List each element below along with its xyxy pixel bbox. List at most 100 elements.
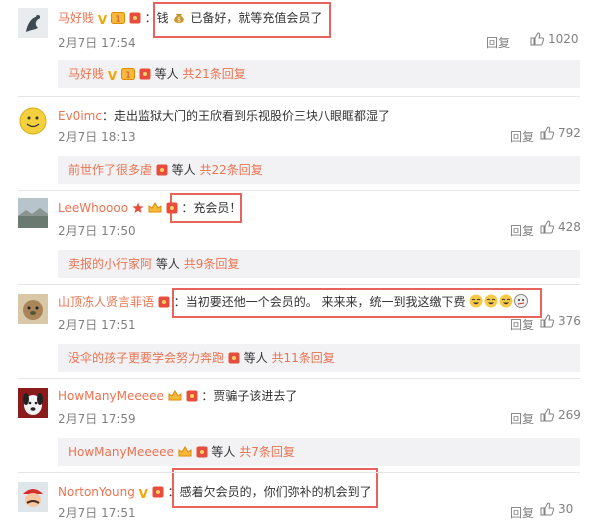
sub-reply-summary[interactable]: HowManyMeeeee 等人 共7条回复 (58, 438, 580, 466)
divider (18, 284, 580, 285)
thumbs-up-icon (530, 32, 544, 46)
sub-reply-more-link[interactable]: 共7条回复 (239, 445, 295, 459)
svg-text:1: 1 (125, 71, 130, 80)
comment-time: 2月7日 18:13 (58, 130, 136, 144)
comment-time: 2月7日 17:54 (58, 36, 136, 50)
like-count: 428 (558, 220, 581, 234)
comment-line: HowManyMeeeee ：贾骗子该进去了 (58, 388, 297, 406)
sub-reply-more-link[interactable]: 共9条回复 (184, 257, 240, 271)
like-count: 376 (558, 314, 581, 328)
like-count: 269 (558, 408, 581, 422)
reply-button[interactable]: 回复 (486, 34, 510, 51)
sub-reply-mid: 等人 (211, 445, 236, 459)
sub-reply-summary[interactable]: 马好贱 V 1 等人 共21条回复 (58, 60, 580, 88)
comment-time: 2月7日 17:50 (58, 224, 136, 238)
avatar[interactable] (18, 8, 48, 38)
svg-text:$: $ (178, 17, 182, 24)
divider (18, 378, 580, 379)
comment-text: 充会员！ (193, 201, 242, 215)
reply-button[interactable]: 回复 (510, 128, 534, 145)
username-link[interactable]: 山顶冻人贤言菲语 (58, 295, 154, 309)
avatar[interactable] (18, 294, 48, 324)
red-envelope-icon (129, 12, 141, 28)
sticker-emoji-icon (514, 294, 529, 312)
like-button[interactable]: 428 (540, 220, 581, 234)
sub-reply-mid: 等人 (155, 257, 180, 271)
reply-button[interactable]: 回复 (510, 410, 534, 427)
crown-badge-icon (178, 440, 192, 468)
money-bag-icon: $ (172, 10, 186, 28)
comment-line: Ev0imc：走出监狱大门的王欣看到乐视股价三块八眼眶都湿了 (58, 109, 390, 123)
laughing-emoji-icon (484, 294, 499, 312)
like-button[interactable]: 1020 (530, 32, 579, 46)
vip-badge-icon: 1 (120, 62, 135, 90)
svg-text:1: 1 (115, 15, 120, 24)
laughing-emoji-icon (469, 294, 484, 312)
thumbs-up-icon (540, 126, 554, 140)
sub-reply-more-link[interactable]: 共11条回复 (272, 351, 335, 365)
avatar[interactable] (18, 198, 48, 228)
red-envelope-icon (156, 158, 168, 186)
username-link[interactable]: Ev0imc (58, 109, 102, 123)
reply-button[interactable]: 回复 (510, 316, 534, 333)
red-envelope-icon (158, 296, 170, 312)
like-count: 792 (558, 126, 581, 140)
thumbs-up-icon (540, 502, 554, 516)
username-link[interactable]: NortonYoung (58, 485, 135, 499)
verified-v-icon: V (138, 487, 148, 501)
divider (18, 96, 580, 97)
comment-line: LeeWhoooo ：充会员！ (58, 200, 241, 218)
sub-reply-user[interactable]: 马好贱 (68, 67, 104, 81)
red-envelope-icon (196, 440, 208, 468)
like-button[interactable]: 376 (540, 314, 581, 328)
avatar[interactable] (18, 482, 48, 512)
comment-text: 已备好，就等充值会员了 (190, 11, 323, 25)
red-envelope-icon (166, 202, 178, 218)
username-link[interactable]: 马好贱 (58, 11, 94, 25)
red-envelope-icon (228, 346, 240, 374)
sub-reply-summary[interactable]: 前世作了很多虐 等人 共22条回复 (58, 156, 580, 184)
like-button[interactable]: 30 (540, 502, 573, 516)
thumbs-up-icon (540, 314, 554, 328)
username-link[interactable]: LeeWhoooo (58, 201, 128, 215)
comment-time: 2月7日 17:51 (58, 318, 136, 332)
like-count: 30 (558, 502, 574, 516)
red-envelope-icon (186, 390, 198, 406)
sub-reply-more-link[interactable]: 共22条回复 (200, 163, 263, 177)
sub-reply-user[interactable]: 没伞的孩子更要学会努力奔跑 (68, 351, 224, 365)
comment-text: 感着欠会员的，你们弥补的机会到了 (179, 485, 372, 499)
sub-reply-user[interactable]: 前世作了很多虐 (68, 163, 152, 177)
sub-reply-more-link[interactable]: 共21条回复 (182, 67, 245, 81)
comment-text: 走出监狱大门的王欣看到乐视股价三块八眼眶都湿了 (113, 109, 390, 123)
comment-line: NortonYoung V ：感着欠会员的，你们弥补的机会到了 (58, 485, 372, 502)
red-envelope-icon (139, 62, 151, 90)
sub-reply-mid: 等人 (154, 67, 179, 81)
reply-button[interactable]: 回复 (510, 504, 534, 520)
comment-line: 马好贱 V 1 ：钱 $ 已备好，就等充值会员了 (58, 10, 323, 28)
crown-badge-icon (168, 390, 182, 406)
like-button[interactable]: 792 (540, 126, 581, 140)
divider (18, 190, 580, 191)
sub-reply-mid: 等人 (171, 163, 196, 177)
red-envelope-icon (152, 486, 164, 502)
thumbs-up-icon (540, 220, 554, 234)
laughing-emoji-icon (499, 294, 514, 312)
star-icon (132, 202, 144, 218)
reply-button[interactable]: 回复 (510, 222, 534, 239)
crown-badge-icon (148, 202, 162, 218)
verified-v-icon: V (107, 69, 118, 83)
sub-reply-summary[interactable]: 没伞的孩子更要学会努力奔跑 等人 共11条回复 (58, 344, 580, 372)
sub-reply-mid: 等人 (243, 351, 268, 365)
comment-text: 当初要还他一个会员的。 来来来，统一到我这缴下费 (185, 295, 466, 309)
comment-line: 山顶冻人贤言菲语 ：当初要还他一个会员的。 来来来，统一到我这缴下费 (58, 294, 529, 312)
divider (18, 472, 580, 473)
sub-reply-summary[interactable]: 卖报的小行家阿 等人 共9条回复 (58, 250, 580, 278)
avatar[interactable] (18, 388, 48, 418)
verified-v-icon: V (97, 13, 108, 27)
sub-reply-user[interactable]: HowManyMeeeee (68, 445, 174, 459)
sub-reply-user[interactable]: 卖报的小行家阿 (68, 257, 152, 271)
username-link[interactable]: HowManyMeeeee (58, 389, 164, 403)
like-count: 1020 (548, 32, 579, 46)
like-button[interactable]: 269 (540, 408, 581, 422)
avatar[interactable] (18, 106, 48, 136)
